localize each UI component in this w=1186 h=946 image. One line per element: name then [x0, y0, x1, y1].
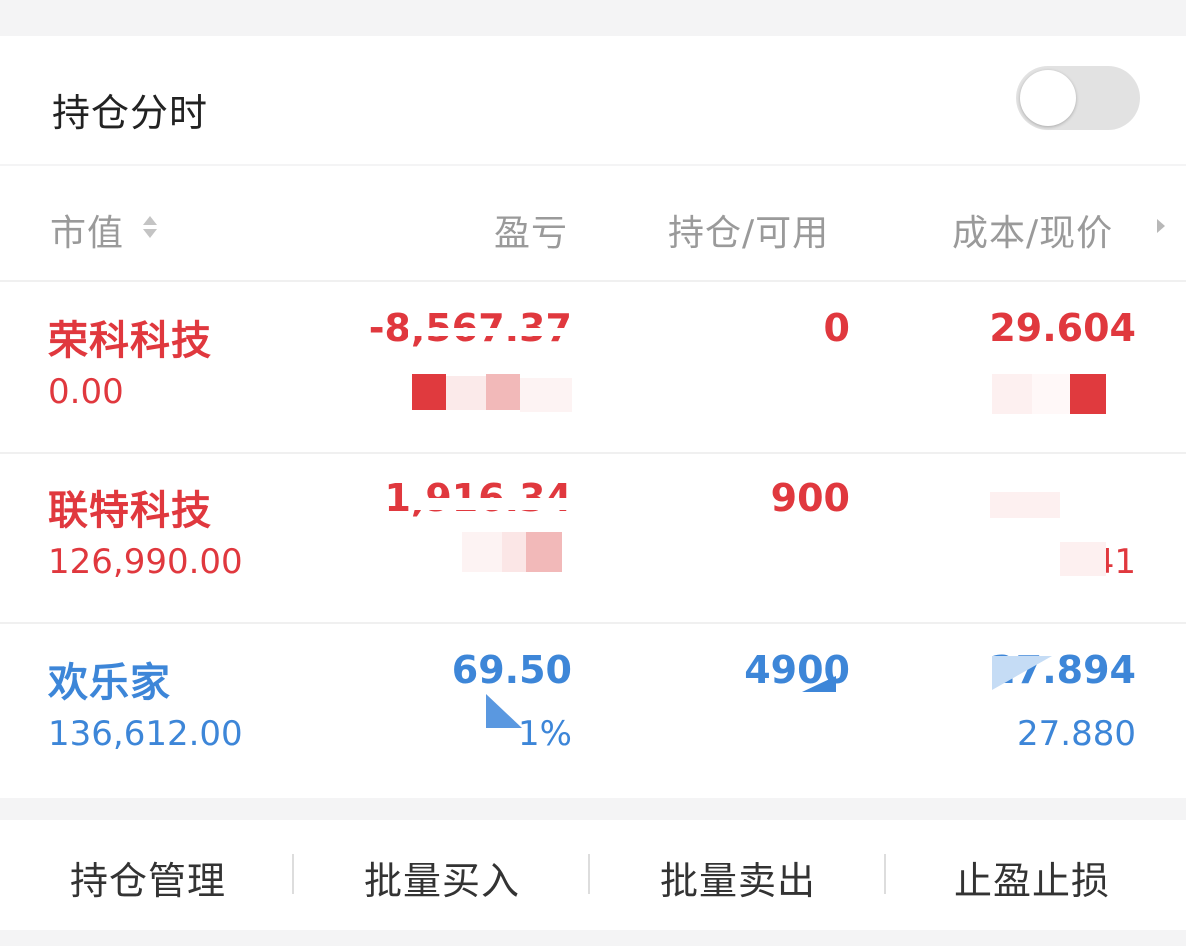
holding-timeshare-title: 持仓分时 [52, 91, 209, 135]
redaction-shape [802, 676, 836, 692]
redaction-block [446, 376, 486, 410]
row-divider [0, 452, 1186, 454]
stop-profit-loss-button[interactable]: 止盈止损 [912, 850, 1152, 905]
profit-loss: 69.50 [451, 648, 572, 692]
redaction-block [502, 532, 526, 572]
holding-timeshare-bar: 持仓分时 [0, 36, 1186, 164]
redaction-block [412, 374, 446, 410]
profit-loss-percent: 1% [518, 714, 572, 754]
market-value: 0.00 [48, 372, 124, 412]
current-price: 27.880 [1017, 714, 1136, 754]
redaction-block [1070, 374, 1106, 414]
column-header-cost-price: 成本/现价 [952, 213, 1114, 254]
redaction-shape [486, 694, 522, 728]
redaction-block [990, 492, 1060, 518]
redaction-block [526, 532, 562, 572]
batch-buy-button[interactable]: 批量买入 [322, 850, 562, 905]
holding-timeshare-toggle[interactable] [1016, 66, 1140, 130]
redaction-block [992, 374, 1032, 414]
header-divider [0, 280, 1186, 282]
action-divider [292, 854, 294, 894]
action-bar: 持仓管理 批量买入 批量卖出 止盈止损 [0, 820, 1186, 930]
redaction-mask [408, 328, 578, 336]
toggle-knob [1020, 70, 1076, 126]
redaction-block [520, 378, 572, 412]
holdings-table: 市值 盈亏 持仓/可用 成本/现价 荣科科技 0.00 -8,567.37 0 … [0, 166, 1186, 798]
row-divider [0, 622, 1186, 624]
action-divider [884, 854, 886, 894]
action-divider [588, 854, 590, 894]
redaction-shape [992, 656, 1052, 690]
column-header-profit-loss: 盈亏 [494, 213, 569, 254]
redaction-mask [412, 498, 572, 510]
column-header-market-value[interactable]: 市值 [50, 204, 124, 256]
market-value: 126,990.00 [48, 542, 243, 582]
redaction-block [462, 532, 502, 572]
chevron-right-icon[interactable] [1154, 216, 1168, 236]
hold-qty: 900 [770, 476, 850, 520]
column-header-hold-available: 持仓/可用 [668, 213, 830, 254]
hold-qty: 0 [823, 306, 850, 350]
sort-icon[interactable] [140, 212, 160, 242]
redaction-block [1032, 374, 1070, 414]
redaction-block [486, 374, 520, 410]
redaction-block [1060, 542, 1106, 576]
cost-price: 29.604 [989, 306, 1136, 350]
position-management-button[interactable]: 持仓管理 [28, 850, 268, 905]
batch-sell-button[interactable]: 批量卖出 [618, 850, 858, 905]
